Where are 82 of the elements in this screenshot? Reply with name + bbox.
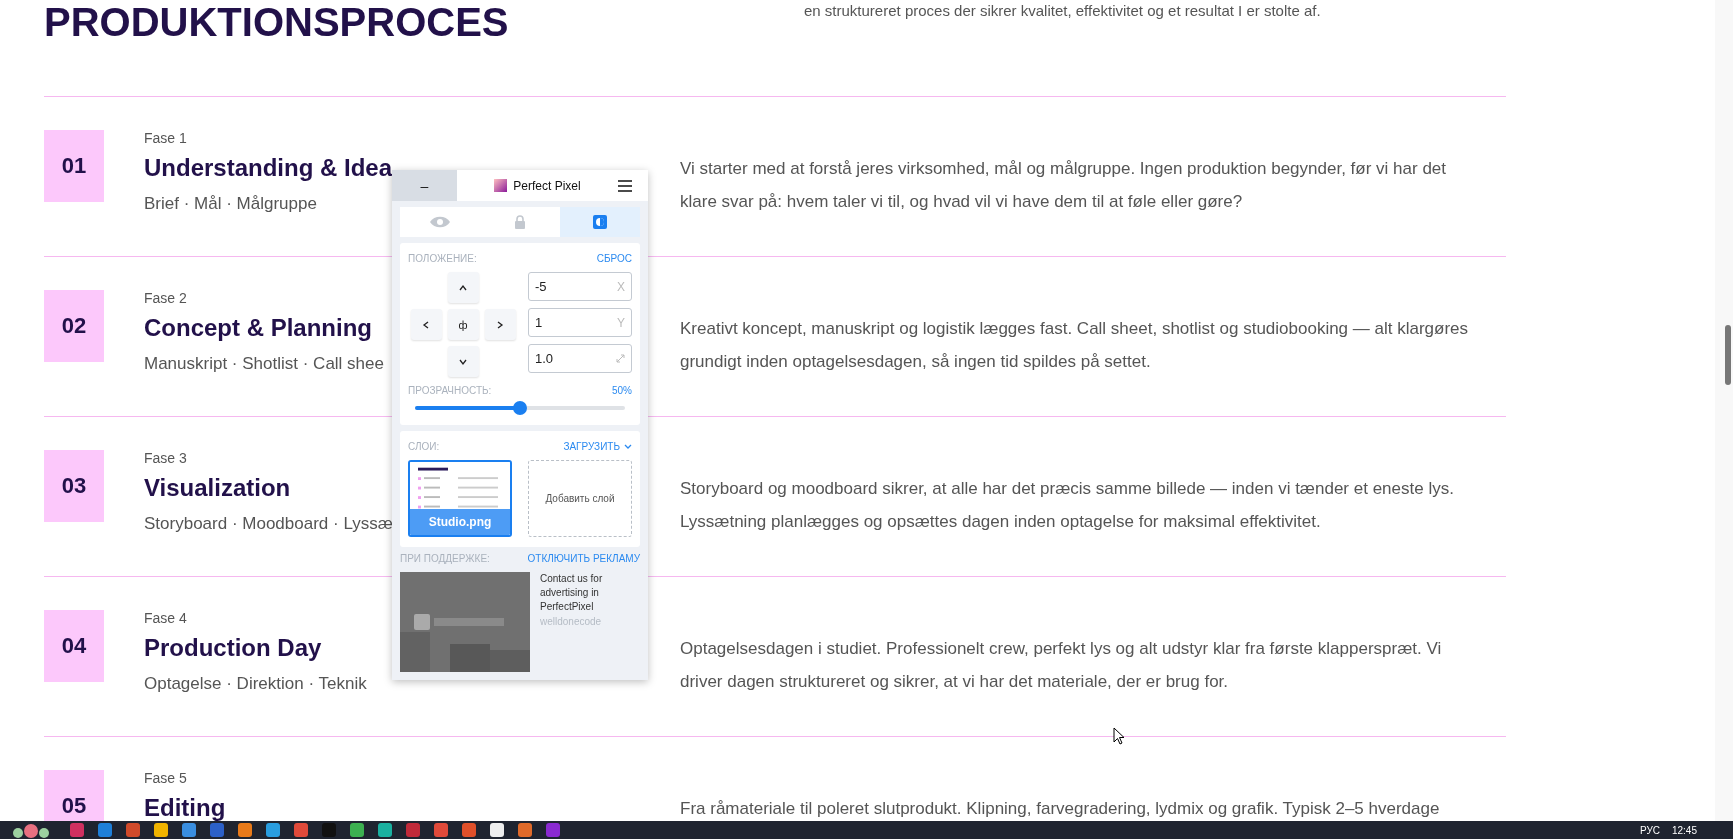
phase-number: 01 xyxy=(44,130,104,202)
layer-name: Studio.png xyxy=(410,509,510,535)
app-icon[interactable] xyxy=(266,823,280,837)
language-indicator[interactable]: РУС xyxy=(1639,824,1660,836)
app-icon[interactable] xyxy=(182,823,196,837)
scrollbar-thumb[interactable] xyxy=(1725,325,1731,385)
phase-tags: Brief · Mål · Målgruppe xyxy=(144,194,317,214)
chevron-left-icon xyxy=(422,320,430,329)
phase-description: Storyboard og moodboard sikrer, at alle har det præcis samme billede — inden vi tænder et eneste lys. Lyssætning planlægges og opsættes dagen inden optagelse for maksimal effektivitet. xyxy=(680,478,1455,533)
phase-title: Production Day xyxy=(144,634,322,662)
chevron-down-icon xyxy=(459,357,467,366)
reset-link[interactable]: СБРОС xyxy=(596,253,632,264)
mode-tab[interactable] xyxy=(560,207,640,237)
menu-icon[interactable] xyxy=(618,179,632,192)
phase-description: Optagelsesdagen i studiet. Professionelt crew, perfekt lys og alt udstyr klar fra første klapperspræt. Vi driver dagen struktureret og sikrer, at vi har det materiale, der er brug for. xyxy=(680,638,1443,693)
center-button[interactable]: ф xyxy=(447,309,479,340)
chevron-right-icon xyxy=(496,320,504,329)
section-label: ПРИ ПОДДЕРЖКЕ: xyxy=(400,553,490,564)
eye-icon xyxy=(429,215,451,229)
ad-author: welldonecode xyxy=(540,616,603,627)
app-icon[interactable] xyxy=(98,823,112,837)
resize-icon xyxy=(616,354,625,363)
app-icon[interactable] xyxy=(546,823,560,837)
coordinate-field[interactable]: -5 X xyxy=(528,272,632,301)
minimize-button[interactable]: – xyxy=(392,170,457,201)
phase-title: Concept & Planning xyxy=(144,314,372,342)
phase-number: 02 xyxy=(44,290,104,362)
phase-label: Fase 2 xyxy=(144,290,187,306)
app-icon[interactable] xyxy=(434,823,448,837)
phase-label: Fase 5 xyxy=(144,770,187,786)
app-icon[interactable] xyxy=(378,823,392,837)
coordinate-field[interactable]: 1 Y xyxy=(528,308,632,337)
chevron-down-icon xyxy=(624,443,632,450)
panel-title: Perfect Pixel xyxy=(457,170,618,201)
app-icon[interactable] xyxy=(462,823,476,837)
opacity-reading: 50% xyxy=(612,385,632,396)
app-icon[interactable] xyxy=(154,823,168,837)
cursor-icon xyxy=(1113,727,1125,745)
contrast-icon xyxy=(593,215,607,229)
section-label: ПОЛОЖЕНИЕ: xyxy=(408,253,477,264)
phase-label: Fase 1 xyxy=(144,130,187,146)
phase-number: 03 xyxy=(44,450,104,522)
phase-title: Understanding & Idea xyxy=(144,154,393,182)
section-label: ПРОЗРАЧНОСТЬ: xyxy=(408,385,492,396)
chevron-up-icon xyxy=(459,283,467,292)
slider-thumb[interactable] xyxy=(513,401,527,415)
app-icon[interactable] xyxy=(70,823,84,837)
right-button[interactable] xyxy=(484,309,516,340)
phase-tags: Storyboard · Moodboard · Lyssæ xyxy=(144,514,393,534)
clock: 12:45 xyxy=(1671,824,1697,836)
phase-tags: Optagelse · Direktion · Teknik xyxy=(144,674,367,694)
phase-tags: Manuskript · Shotlist · Call shee xyxy=(144,354,384,374)
phase-number: 05 xyxy=(44,770,104,821)
page-heading: PRODUKTIONSPROCES xyxy=(44,0,509,44)
phase-label: Fase 4 xyxy=(144,610,187,626)
phase-number: 04 xyxy=(44,610,104,682)
phase-description: Fra råmateriale til poleret slutprodukt. Klipning, farvegradering, lydmix og grafik. Typisk 2–5 hverdage xyxy=(680,798,1441,820)
phase-title: Editing xyxy=(144,794,226,821)
app-icon[interactable] xyxy=(210,823,224,837)
left-button[interactable] xyxy=(410,309,442,340)
app-icon[interactable] xyxy=(294,823,308,837)
app-icon[interactable] xyxy=(518,823,532,837)
app-icon[interactable] xyxy=(238,823,252,837)
app-icon[interactable] xyxy=(406,823,420,837)
app-icon[interactable] xyxy=(490,823,504,837)
app-icon[interactable] xyxy=(350,823,364,837)
intro-text: en struktureret proces der sikrer kvalitet, effektivitet og et resultat I er stolte af. xyxy=(804,1,1321,19)
lock-icon xyxy=(514,215,526,229)
phase-description: Kreativt koncept, manuskript og logistik lægges fast. Call sheet, shotlist og studiobooking — alt klargøres grundigt inden optagelsesdagen, så ingen tid spildes på settet. xyxy=(680,318,1470,373)
app-icon[interactable] xyxy=(322,823,336,837)
logo-icon xyxy=(494,179,508,192)
down-button[interactable] xyxy=(447,346,479,377)
ad-text: Contact us for advertising in PerfectPixel xyxy=(540,572,604,614)
up-button[interactable] xyxy=(447,272,479,303)
phase-description: Vi starter med at forstå jeres virksomhed, mål og målgruppe. Ingen produktion begynder, før vi har det klare svar på: hvem taler vi til, og hvad vil vi have dem til at føle eller gøre? xyxy=(680,158,1447,213)
app-icon[interactable] xyxy=(126,823,140,837)
phase-title: Visualization xyxy=(144,474,291,502)
add-layer-button[interactable]: Добавить слой xyxy=(528,460,632,537)
scale-field[interactable]: 1.0 xyxy=(528,344,632,373)
upload-link[interactable]: ЗАГРУЗИТЬ xyxy=(563,441,632,452)
phase-label: Fase 3 xyxy=(144,450,187,466)
section-label: СЛОИ: xyxy=(408,441,440,452)
